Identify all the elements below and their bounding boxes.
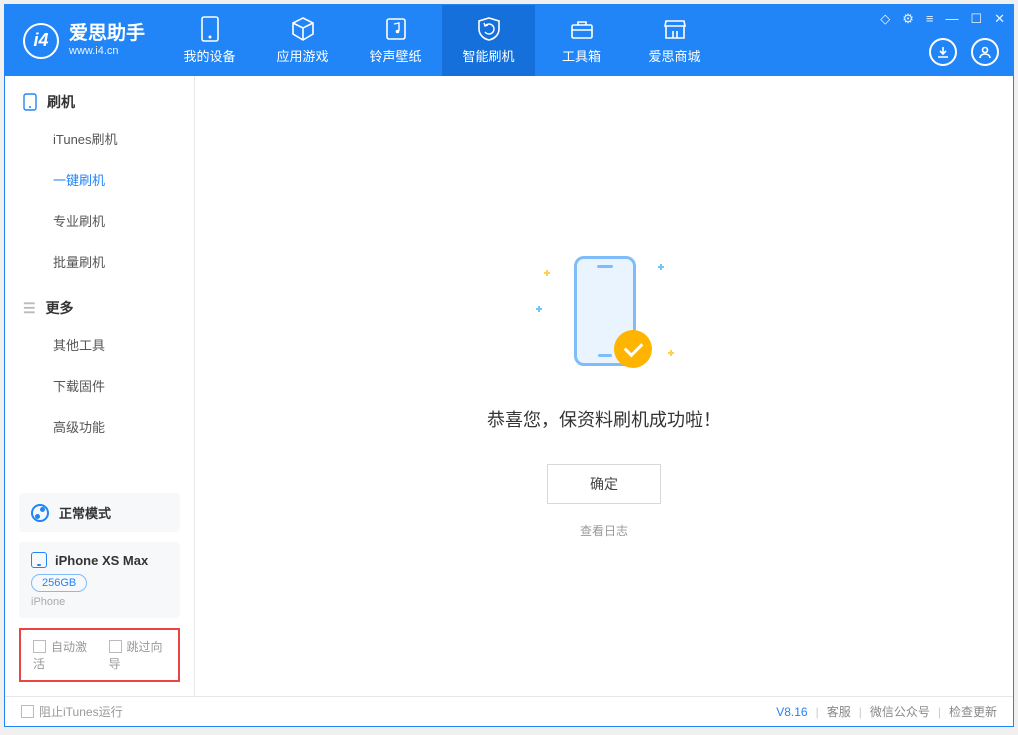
music-icon — [383, 16, 409, 42]
mode-card[interactable]: 正常模式 — [19, 493, 180, 532]
nav-label: 铃声壁纸 — [370, 46, 422, 65]
refresh-shield-icon — [476, 16, 502, 42]
version-label: V8.16 — [776, 705, 807, 719]
app-name: 爱思助手 — [69, 23, 145, 46]
sidebar-item-firmware[interactable]: 下载固件 — [5, 365, 194, 406]
toolbox-icon — [569, 16, 595, 42]
section-title: 刷机 — [47, 92, 75, 112]
settings-icon[interactable]: ⚙ — [902, 11, 914, 27]
nav-label: 爱思商城 — [649, 46, 701, 65]
sidebar-item-pro[interactable]: 专业刷机 — [5, 200, 194, 241]
device-name: iPhone XS Max — [55, 553, 148, 568]
nav-label: 智能刷机 — [463, 46, 515, 65]
footer: 阻止iTunes运行 V8.16 | 客服 | 微信公众号 | 检查更新 — [5, 696, 1013, 726]
check-icon — [614, 330, 652, 368]
minimize-icon[interactable]: — — [945, 11, 958, 27]
menu-icon[interactable]: ≡ — [926, 11, 934, 27]
mode-icon — [31, 504, 49, 522]
cube-icon — [290, 16, 316, 42]
device-icon — [197, 16, 223, 42]
nav-tab-device[interactable]: 我的设备 — [163, 5, 256, 76]
header-action-icons — [929, 38, 999, 66]
maximize-icon[interactable]: ☐ — [970, 11, 982, 27]
list-icon: ☰ — [23, 300, 36, 317]
nav-tab-store[interactable]: 爱思商城 — [628, 5, 721, 76]
sidebar: 刷机 iTunes刷机 一键刷机 专业刷机 批量刷机 ☰ 更多 其他工具 下载固… — [5, 76, 195, 696]
window-controls: ◇ ⚙ ≡ — ☐ ✕ — [880, 11, 1005, 27]
footer-link-wechat[interactable]: 微信公众号 — [870, 703, 930, 720]
block-itunes-checkbox[interactable]: 阻止iTunes运行 — [21, 703, 123, 720]
footer-link-service[interactable]: 客服 — [827, 703, 851, 720]
nav-label: 应用游戏 — [277, 46, 329, 65]
mode-label: 正常模式 — [59, 503, 111, 522]
skip-guide-checkbox[interactable]: 跳过向导 — [109, 638, 167, 672]
phone-icon — [23, 93, 37, 111]
store-icon — [662, 16, 688, 42]
main-content: 恭喜您，保资料刷机成功啦！ 确定 查看日志 — [195, 76, 1013, 696]
flash-options-highlighted: 自动激活 跳过向导 — [19, 628, 180, 682]
success-message: 恭喜您，保资料刷机成功啦！ — [487, 406, 721, 432]
nav-tab-toolbox[interactable]: 工具箱 — [535, 5, 628, 76]
device-type: iPhone — [31, 596, 168, 608]
section-title: 更多 — [46, 298, 74, 318]
view-log-link[interactable]: 查看日志 — [580, 522, 628, 539]
device-capacity: 256GB — [31, 574, 87, 592]
download-button[interactable] — [929, 38, 957, 66]
sidebar-section-more: ☰ 更多 — [5, 282, 194, 324]
device-icon — [31, 552, 47, 568]
user-button[interactable] — [971, 38, 999, 66]
sidebar-item-itunes[interactable]: iTunes刷机 — [5, 118, 194, 159]
app-logo: i4 爱思助手 www.i4.cn — [5, 5, 163, 76]
nav-label: 工具箱 — [562, 46, 601, 65]
app-url: www.i4.cn — [69, 45, 145, 58]
theme-icon[interactable]: ◇ — [880, 11, 890, 27]
nav-label: 我的设备 — [184, 46, 236, 65]
auto-activate-checkbox[interactable]: 自动激活 — [33, 638, 91, 672]
close-icon[interactable]: ✕ — [994, 11, 1005, 27]
sidebar-item-batch[interactable]: 批量刷机 — [5, 241, 194, 282]
nav-tab-ringtone[interactable]: 铃声壁纸 — [349, 5, 442, 76]
footer-link-update[interactable]: 检查更新 — [949, 703, 997, 720]
sidebar-item-oneclick[interactable]: 一键刷机 — [5, 159, 194, 200]
sidebar-item-other[interactable]: 其他工具 — [5, 324, 194, 365]
nav-tab-apps[interactable]: 应用游戏 — [256, 5, 349, 76]
sidebar-item-advanced[interactable]: 高级功能 — [5, 406, 194, 447]
nav-tabs: 我的设备 应用游戏 铃声壁纸 智能刷机 工具箱 爱思商城 — [163, 5, 721, 76]
logo-icon: i4 — [23, 23, 59, 59]
success-illustration — [534, 256, 674, 376]
nav-tab-flash[interactable]: 智能刷机 — [442, 5, 535, 76]
sidebar-section-flash: 刷机 — [5, 76, 194, 118]
device-card[interactable]: iPhone XS Max 256GB iPhone — [19, 542, 180, 618]
app-header: i4 爱思助手 www.i4.cn 我的设备 应用游戏 铃声壁纸 智能刷机 — [5, 5, 1013, 76]
ok-button[interactable]: 确定 — [547, 464, 661, 504]
